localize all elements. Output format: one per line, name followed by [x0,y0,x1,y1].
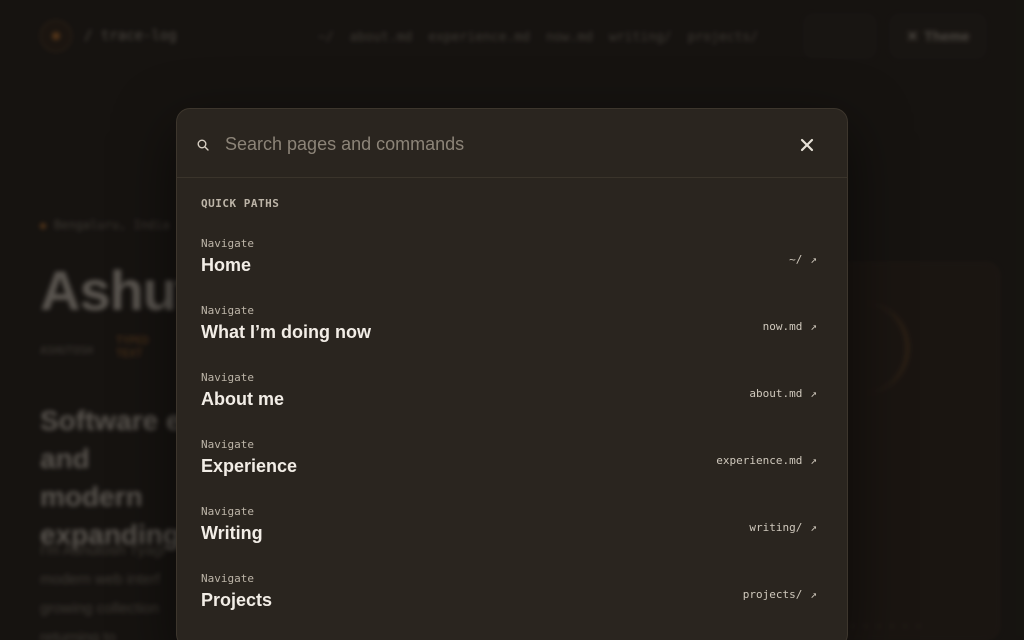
item-path-text: writing/ [749,521,803,534]
search-input[interactable] [225,129,785,159]
palette-item-experience[interactable]: Navigate Experience experience.md ↗ [193,434,833,494]
item-path-text: ~/ [789,253,803,266]
close-icon [800,138,814,152]
item-kicker: Navigate [201,371,254,384]
search-icon [197,138,209,151]
palette-item-projects[interactable]: Navigate Projects projects/ ↗ [193,568,833,628]
arrow-up-right-icon: ↗ [810,253,817,266]
command-palette: QUICK PATHS Navigate Home ~/ ↗ Navigate W… [176,108,848,640]
item-kicker: Navigate [201,304,254,317]
palette-item-writing[interactable]: Navigate Writing writing/ ↗ [193,501,833,561]
item-path: about.md ↗ [749,387,817,400]
palette-item-now[interactable]: Navigate What I’m doing now now.md ↗ [193,300,833,360]
palette-item-about[interactable]: Navigate About me about.md ↗ [193,367,833,427]
item-title: About me [201,389,284,409]
arrow-up-right-icon: ↗ [810,588,817,601]
search-bar [177,109,847,178]
section-label-quick-paths: QUICK PATHS [201,197,280,210]
item-path: experience.md ↗ [716,454,817,467]
item-path: ~/ ↗ [789,253,817,266]
item-title: Experience [201,456,298,476]
item-path-text: now.md [762,320,803,333]
arrow-up-right-icon: ↗ [810,387,817,400]
arrow-up-right-icon: ↗ [810,454,817,467]
item-path-text: projects/ [742,588,803,601]
item-title: Home [201,255,252,275]
item-kicker: Navigate [201,237,254,250]
item-kicker: Navigate [201,572,254,585]
item-path: now.md ↗ [763,320,817,333]
item-path: writing/ ↗ [749,521,817,534]
arrow-up-right-icon: ↗ [810,521,817,534]
palette-item-home[interactable]: Navigate Home ~/ ↗ [193,233,833,293]
item-kicker: Navigate [201,438,254,451]
arrow-up-right-icon: ↗ [810,320,817,333]
item-title: Writing [201,523,263,543]
item-path-text: about.md [749,387,803,400]
close-button[interactable] [793,131,821,159]
item-title: What I’m doing now [201,322,371,342]
item-path-text: experience.md [716,454,803,467]
item-path: projects/ ↗ [743,588,817,601]
item-title: Projects [201,590,273,610]
item-kicker: Navigate [201,505,254,518]
